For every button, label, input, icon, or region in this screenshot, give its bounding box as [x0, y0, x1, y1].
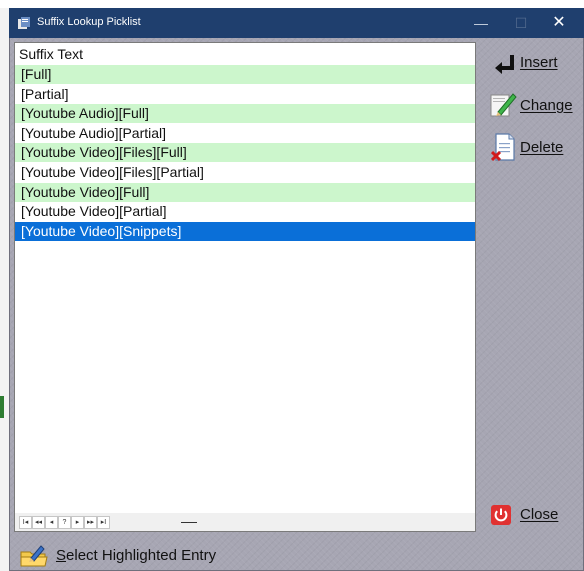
- first-record-button[interactable]: I◂: [19, 516, 32, 529]
- search-record-button[interactable]: ?: [58, 516, 71, 529]
- list-item[interactable]: [Youtube Video][Partial]: [15, 202, 475, 222]
- list-item[interactable]: [Full]: [15, 65, 475, 84]
- minimize-button[interactable]: —: [467, 12, 495, 34]
- edit-pencil-icon: [490, 93, 517, 117]
- maximize-button[interactable]: ☐: [507, 12, 535, 34]
- window-title: Suffix Lookup Picklist: [37, 16, 141, 28]
- list-item[interactable]: [Youtube Video][Full]: [15, 182, 475, 202]
- close-button[interactable]: Close: [491, 502, 571, 530]
- column-header-suffix-text[interactable]: Suffix Text: [15, 43, 475, 65]
- prior-record-button[interactable]: ◂: [45, 516, 58, 529]
- delete-document-icon: [491, 133, 515, 162]
- background-window-edge: [0, 396, 4, 418]
- list-item[interactable]: [Youtube Audio][Partial]: [15, 123, 475, 143]
- list-item-selected[interactable]: [Youtube Video][Snippets]: [15, 221, 475, 241]
- delete-label: Delete: [520, 139, 564, 156]
- close-window-button[interactable]: ✕: [545, 12, 573, 34]
- select-highlighted-entry-label: Select Highlighted Entry: [56, 547, 216, 564]
- close-label: Close: [520, 506, 559, 523]
- next-page-button[interactable]: ▸▸: [84, 516, 97, 529]
- suffix-list[interactable]: Suffix Text [Full] [Partial] [Youtube Audi…: [14, 42, 476, 532]
- list-item[interactable]: [Youtube Video][Files][Partial]: [15, 163, 475, 182]
- title-bar[interactable]: Suffix Lookup Picklist — ☐ ✕: [9, 8, 584, 38]
- next-record-button[interactable]: ▸: [71, 516, 84, 529]
- suffix-lookup-window: Suffix Lookup Picklist — ☐ ✕ Suffix Text…: [9, 8, 584, 571]
- list-item[interactable]: [Youtube Audio][Full]: [15, 104, 475, 124]
- select-highlighted-entry-button[interactable]: Select Highlighted Entry: [19, 544, 259, 568]
- background-desktop-strip: [0, 8, 9, 571]
- last-record-button[interactable]: ▸I: [97, 516, 110, 529]
- prior-page-button[interactable]: ◂◂: [32, 516, 45, 529]
- insert-label: Insert: [520, 54, 558, 71]
- record-navigator: I◂ ◂◂ ◂? ▸ ▸▸ ▸I: [15, 513, 475, 531]
- select-accelerator: S: [56, 547, 67, 564]
- select-folder-icon: [20, 545, 48, 567]
- delete-button[interactable]: Delete: [487, 132, 577, 162]
- power-icon: [491, 505, 511, 525]
- change-button[interactable]: Change: [487, 90, 577, 118]
- app-icon: [18, 17, 30, 29]
- list-item[interactable]: [Youtube Video][Files][Full]: [15, 143, 475, 163]
- list-item[interactable]: [Partial]: [15, 84, 475, 104]
- change-label: Change: [520, 97, 573, 114]
- navigator-separator: [181, 522, 197, 523]
- insert-arrow-icon: [495, 55, 514, 74]
- insert-button[interactable]: Insert: [487, 49, 567, 77]
- select-label-rest: elect Highlighted Entry: [66, 547, 217, 564]
